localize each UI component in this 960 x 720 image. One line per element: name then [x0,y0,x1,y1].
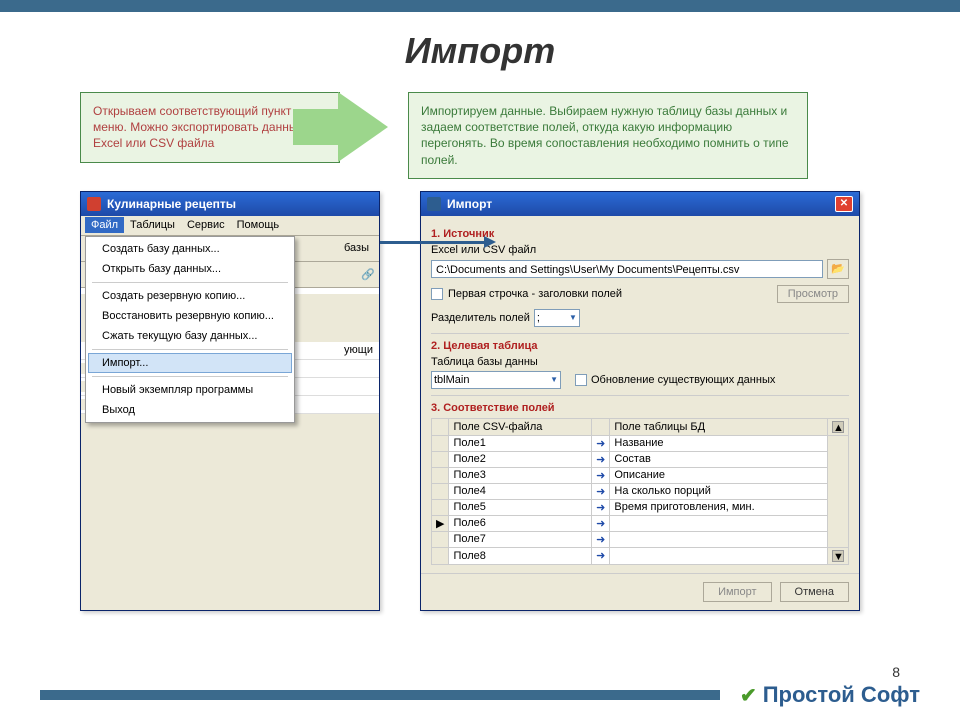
section-mapping: 3. Соответствие полей [431,402,849,414]
menu-help[interactable]: Помощь [231,217,286,233]
menu-sep [92,282,288,283]
close-button[interactable]: ✕ [835,196,853,212]
firstrow-checkbox-row: Первая строчка - заголовки полей Просмот… [431,285,849,303]
map-row[interactable]: Поле7➜ [432,531,849,547]
menu-import[interactable]: Импорт... [88,353,292,373]
app-icon [87,197,101,211]
first-row-checkbox[interactable] [431,288,443,300]
file-dropdown: Создать базу данных... Открыть базу данн… [85,236,295,423]
menu-exit[interactable]: Выход [88,400,292,420]
import-dialog: Импорт ✕ 1. Источник Excel или CSV файл … [420,191,860,611]
table-select[interactable]: tblMain ▼ [431,371,561,389]
table-label: Таблица базы данны [431,356,849,368]
update-label: Обновление существующих данных [591,374,775,386]
toolbar-partial-text: базы [344,242,375,254]
map-row[interactable]: Поле4➜На сколько порций [432,483,849,499]
menu-service[interactable]: Сервис [181,217,231,233]
chevron-down-icon: ▼ [550,375,558,384]
arrow-col [592,418,610,435]
app-window: Кулинарные рецепты Файл Таблицы Сервис П… [80,191,380,611]
map-row[interactable]: Поле1➜Название [432,435,849,451]
menu-sep3 [92,376,288,377]
arrow-icon [338,92,388,162]
dialog-icon [427,197,441,211]
col-csv: Поле CSV-файла [449,418,592,435]
menu-newinst[interactable]: Новый экземпляр программы [88,380,292,400]
callout-right: Импортируем данные. Выбираем нужную табл… [408,92,808,179]
brand-logo: ✔ Простой Софт [740,682,920,708]
delim-value: ; [537,312,540,324]
footer: 8 ✔ Простой Софт [0,682,960,708]
dialog-body: 1. Источник Excel или CSV файл C:\Docume… [421,216,859,573]
map-row[interactable]: ▶Поле6➜ [432,515,849,531]
map-row[interactable]: Поле5➜Время приготовления, мин. [432,499,849,515]
brand-name: Простой Софт [763,682,920,708]
map-row[interactable]: Поле3➜Описание [432,467,849,483]
top-bar [0,0,960,12]
delim-label: Разделитель полей [431,312,530,324]
delim-select[interactable]: ; ▼ [534,309,580,327]
callout-left-wrap: Открываем соответствующий пункт меню. Мо… [80,92,388,163]
map-row[interactable]: Поле2➜Состав [432,451,849,467]
separator [431,395,849,396]
dialog-buttons: Импорт Отмена [421,573,859,610]
dialog-title: Импорт [447,197,492,211]
menu-file[interactable]: Файл [85,217,124,233]
scroll-down[interactable]: ▼ [828,547,849,564]
table-row-input: tblMain ▼ Обновление существующих данных [431,371,849,389]
menu-createdb[interactable]: Создать базу данных... [88,239,292,259]
import-button[interactable]: Импорт [703,582,771,602]
callouts: Открываем соответствующий пункт меню. Мо… [0,92,960,179]
first-row-label: Первая строчка - заголовки полей [448,288,622,300]
menu-backup[interactable]: Создать резервную копию... [88,286,292,306]
menu-sep2 [92,349,288,350]
mapping-table: Поле CSV-файла Поле таблицы БД ▲ Поле1➜Н… [431,418,849,565]
check-icon: ✔ [740,683,757,708]
dialog-titlebar: Импорт ✕ [421,192,859,216]
menu-tables[interactable]: Таблицы [124,217,181,233]
delim-row: Разделитель полей ; ▼ [431,309,849,327]
menubar: Файл Таблицы Сервис Помощь Создать базу … [81,216,379,236]
pointer-col [432,418,449,435]
menu-compact[interactable]: Сжать текущую базу данных... [88,326,292,346]
section-target: 2. Целевая таблица [431,340,849,352]
scroll-up[interactable]: ▲ [828,418,849,435]
map-row[interactable]: Поле8➜▼ [432,547,849,564]
menu-opendb[interactable]: Открыть базу данных... [88,259,292,279]
table-value: tblMain [434,374,469,386]
cancel-button[interactable]: Отмена [780,582,849,602]
footer-bar [40,690,720,700]
connector-arrow-icon [380,241,490,244]
screenshots-row: Кулинарные рецепты Файл Таблицы Сервис П… [0,191,960,611]
page-number: 8 [892,664,900,680]
preview-button[interactable]: Просмотр [777,285,849,303]
separator [431,333,849,334]
app-titlebar: Кулинарные рецепты [81,192,379,216]
app-title: Кулинарные рецепты [107,197,236,211]
col-db: Поле таблицы БД [610,418,828,435]
file-path-input[interactable]: C:\Documents and Settings\User\My Docume… [431,260,823,278]
chevron-down-icon: ▼ [569,313,577,322]
browse-button[interactable]: 📂 [827,259,849,279]
update-checkbox[interactable] [575,374,587,386]
menu-restore[interactable]: Восстановить резервную копию... [88,306,292,326]
page-title: Импорт [0,30,960,72]
file-input-row: C:\Documents and Settings\User\My Docume… [431,259,849,279]
